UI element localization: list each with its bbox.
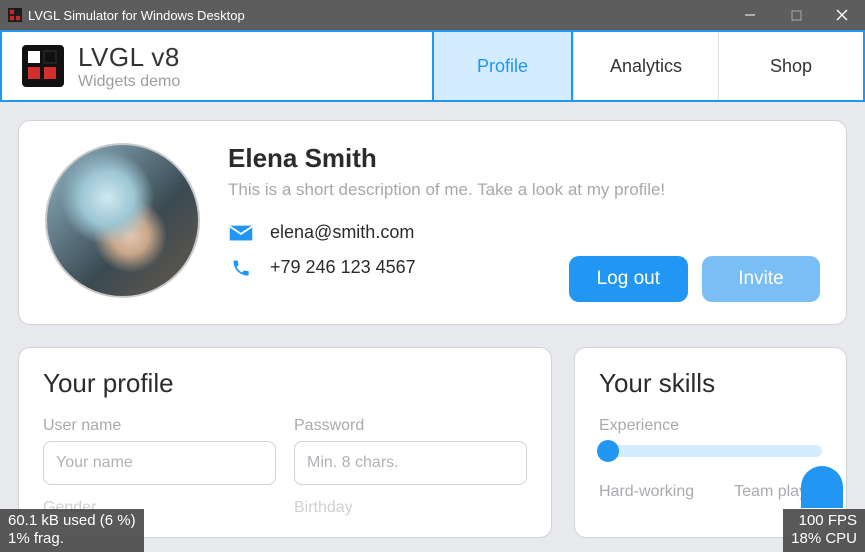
button-label: Log out: [597, 268, 660, 290]
maximize-button[interactable]: [773, 0, 819, 30]
window-title: LVGL Simulator for Windows Desktop: [28, 8, 245, 23]
tabs: Profile Analytics Shop: [432, 32, 863, 100]
minimize-icon: [744, 9, 756, 21]
minimize-button[interactable]: [727, 0, 773, 30]
experience-slider[interactable]: [599, 445, 822, 457]
password-label: Password: [294, 417, 527, 435]
profile-card: Elena Smith This is a short description …: [18, 120, 847, 325]
fab-button[interactable]: [801, 466, 843, 508]
your-profile-title: Your profile: [43, 368, 527, 399]
mail-icon: [228, 223, 254, 243]
app-icon: [8, 8, 22, 22]
profile-name: Elena Smith: [228, 143, 820, 174]
tab-shop[interactable]: Shop: [718, 32, 863, 100]
maximize-icon: [791, 10, 802, 21]
memory-stats-badge: 60.1 kB used (6 %) 1% frag.: [0, 509, 144, 552]
perf-stats-badge: 100 FPS 18% CPU: [783, 509, 865, 552]
memory-used-value: 60.1 kB used (6 %): [8, 512, 136, 531]
password-input[interactable]: [294, 441, 527, 485]
invite-button[interactable]: Invite: [702, 256, 820, 302]
your-skills-title: Your skills: [599, 368, 822, 399]
email-value: elena@smith.com: [270, 222, 414, 243]
tab-profile[interactable]: Profile: [432, 30, 573, 102]
username-label: User name: [43, 417, 276, 435]
memory-frag-value: 1% frag.: [8, 530, 136, 549]
profile-description: This is a short description of me. Take …: [228, 180, 820, 200]
brand: LVGL v8 Widgets demo: [2, 32, 180, 100]
close-button[interactable]: [819, 0, 865, 30]
email-row: elena@smith.com: [228, 222, 569, 243]
tab-analytics[interactable]: Analytics: [573, 32, 718, 100]
birthday-label: Birthday: [294, 499, 527, 517]
logout-button[interactable]: Log out: [569, 256, 688, 302]
cpu-value: 18% CPU: [791, 530, 857, 549]
brand-subtitle: Widgets demo: [78, 73, 180, 91]
brand-title: LVGL v8: [78, 42, 180, 73]
phone-value: +79 246 123 4567: [270, 257, 416, 278]
topbar: LVGL v8 Widgets demo Profile Analytics S…: [0, 30, 865, 102]
button-label: Invite: [738, 268, 783, 290]
phone-row: +79 246 123 4567: [228, 257, 569, 278]
fps-value: 100 FPS: [791, 512, 857, 531]
slider-thumb-icon: [597, 440, 619, 462]
avatar: [45, 143, 200, 298]
tab-label: Profile: [477, 56, 528, 77]
tab-label: Analytics: [610, 56, 682, 77]
username-input[interactable]: [43, 441, 276, 485]
titlebar: LVGL Simulator for Windows Desktop: [0, 0, 865, 30]
close-icon: [836, 9, 848, 21]
experience-label: Experience: [599, 417, 679, 434]
phone-icon: [228, 258, 254, 278]
hard-working-label: Hard-working: [599, 483, 694, 501]
tab-label: Shop: [770, 56, 812, 77]
brand-logo-icon: [22, 45, 64, 87]
